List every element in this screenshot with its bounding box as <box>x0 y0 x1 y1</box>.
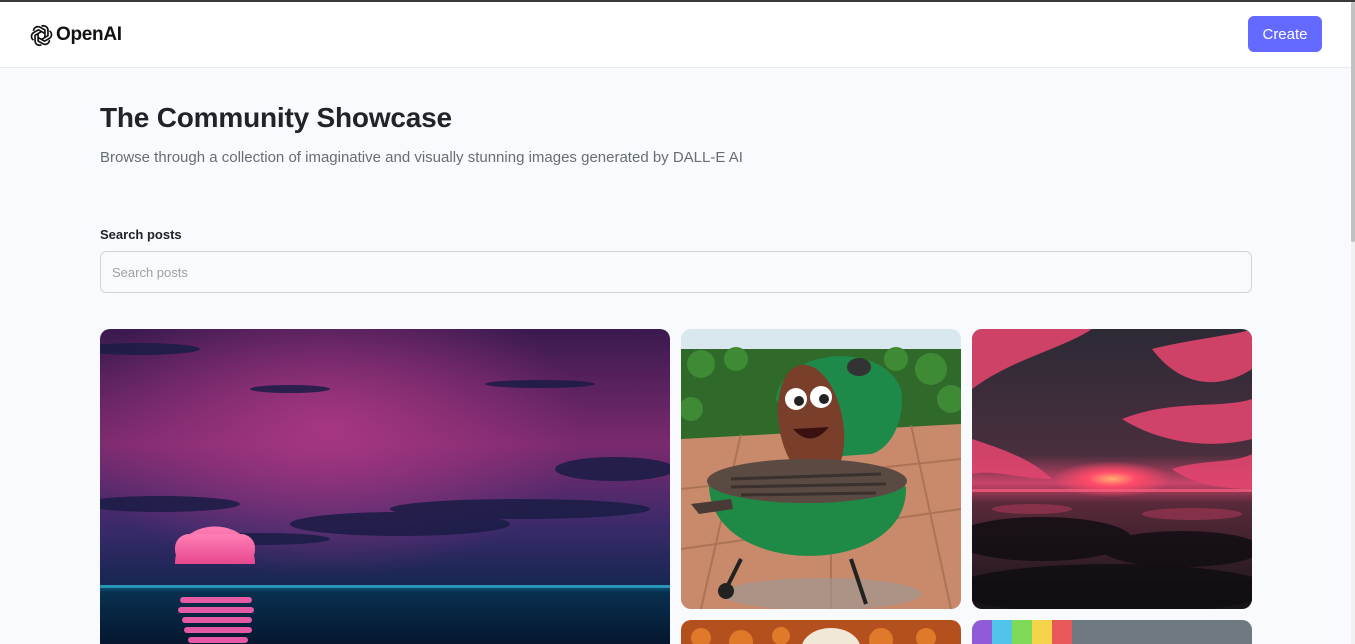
search-input[interactable] <box>100 251 1252 293</box>
top-navbar: OpenAI Create <box>0 2 1355 68</box>
openai-logo-icon <box>30 24 53 46</box>
page-subtitle: Browse through a collection of imaginati… <box>100 149 743 166</box>
balloon-image <box>972 620 1252 644</box>
logo-text: OpenAI <box>56 24 122 45</box>
page-title: The Community Showcase <box>100 102 452 133</box>
search-label: Search posts <box>100 227 182 242</box>
openai-logo[interactable]: OpenAI <box>29 22 122 48</box>
showcase-card-orange[interactable] <box>681 620 961 644</box>
showcase-card-balloon[interactable] <box>972 620 1252 644</box>
bean-grill-image <box>681 329 961 609</box>
showcase-card-bean-grill[interactable] <box>681 329 961 609</box>
showcase-card-pink-sunset[interactable] <box>972 329 1252 609</box>
pink-sunset-image <box>972 329 1252 609</box>
showcase-card-sunset-ocean[interactable] <box>100 329 670 644</box>
sunset-ocean-image <box>100 329 670 644</box>
create-button[interactable]: Create <box>1248 16 1322 52</box>
page-scrollbar-thumb[interactable] <box>1351 2 1355 242</box>
orange-image <box>681 620 961 644</box>
